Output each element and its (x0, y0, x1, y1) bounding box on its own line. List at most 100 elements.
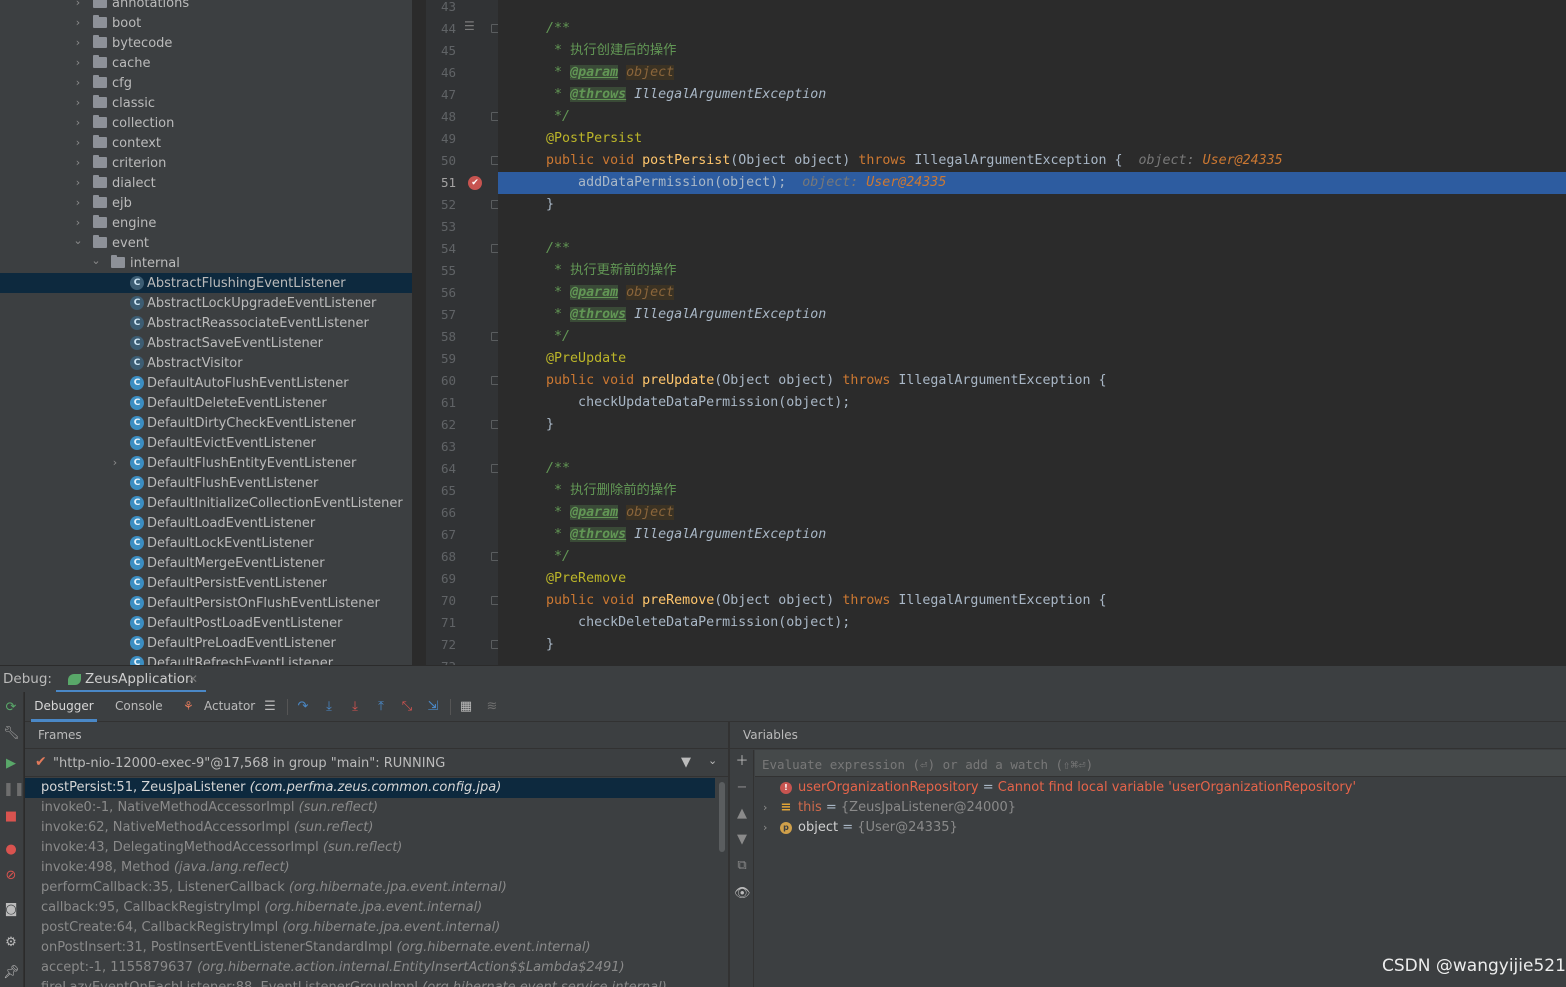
line-number[interactable]: 70 (426, 590, 456, 612)
stack-frame[interactable]: performCallback:35, ListenerCallback (or… (25, 878, 715, 898)
pause-icon[interactable]: ❚❚ (3, 782, 25, 798)
evaluate-expression-icon[interactable]: ▦ (457, 698, 475, 716)
chevron-right-icon[interactable]: › (73, 77, 83, 88)
tree-class-item[interactable]: C DefaultRefreshEventListener (0, 653, 412, 665)
stack-frame[interactable]: callback:95, CallbackRegistryImpl (org.h… (25, 898, 715, 918)
view-breakpoints-icon[interactable]: ● (3, 842, 19, 858)
line-number[interactable]: 45 (426, 40, 456, 62)
drop-frame-icon[interactable]: ⤡ (398, 698, 416, 716)
stack-frame[interactable]: accept:-1, 1155879637 (org.hibernate.act… (25, 958, 715, 978)
tab-console[interactable]: Console (115, 692, 163, 722)
stack-frame[interactable]: fireLazyEventOnEachListener:88, EventLis… (25, 978, 715, 987)
variable-row[interactable]: › ≡ this = {ZeusJpaListener@24000} (755, 798, 1555, 818)
show-watches-icon[interactable]: 👁︎ (734, 886, 751, 902)
tree-folder[interactable]: › classic (0, 93, 412, 113)
run-to-cursor-icon[interactable]: ⇲ (424, 698, 442, 716)
tree-folder[interactable]: › bytecode (0, 33, 412, 53)
stop-icon[interactable]: ■ (3, 809, 19, 825)
override-marker-icon[interactable]: ☰ (464, 19, 475, 33)
duplicate-watch-icon[interactable]: ⧉ (734, 858, 750, 874)
line-number[interactable]: 69 (426, 568, 456, 590)
show-execution-point-icon[interactable]: ☰ (261, 698, 279, 716)
chevron-right-icon[interactable]: › (73, 177, 83, 188)
chevron-down-icon[interactable]: ⌄ (73, 235, 83, 246)
chevron-right-icon[interactable]: › (73, 137, 83, 148)
line-number[interactable]: 55 (426, 260, 456, 282)
line-number[interactable]: 54 (426, 238, 456, 260)
breakpoint-icon[interactable]: ✔ (468, 176, 482, 190)
line-number[interactable]: 65 (426, 480, 456, 502)
line-number[interactable]: 72 (426, 634, 456, 656)
tree-class-item[interactable]: C DefaultFlushEventListener (0, 473, 412, 493)
pin-icon[interactable]: 📌︎ (3, 965, 20, 981)
tree-class-item[interactable]: C DefaultPersistEventListener (0, 573, 412, 593)
settings-gear-icon[interactable]: ⚙ (3, 935, 19, 951)
line-number[interactable]: 46 (426, 62, 456, 84)
tree-folder[interactable]: › dialect (0, 173, 412, 193)
rerun-icon[interactable]: ⟳ (3, 700, 19, 716)
stack-frame[interactable]: postPersist:51, ZeusJpaListener (com.per… (25, 778, 715, 798)
tree-class-item[interactable]: C DefaultLoadEventListener (0, 513, 412, 533)
tree-folder[interactable]: › cache (0, 53, 412, 73)
tree-folder[interactable]: › cfg (0, 73, 412, 93)
tree-class-item[interactable]: C DefaultEvictEventListener (0, 433, 412, 453)
tree-class-item[interactable]: C AbstractSaveEventListener (0, 333, 412, 353)
tab-debugger[interactable]: Debugger (31, 692, 97, 722)
stack-frame[interactable]: invoke:498, Method (java.lang.reflect) (25, 858, 715, 878)
tree-class-item[interactable]: C DefaultInitializeCollectionEventListene… (0, 493, 412, 513)
line-number[interactable]: 71 (426, 612, 456, 634)
tree-class-item[interactable]: › C DefaultFlushEntityEventListener (0, 453, 412, 473)
line-number[interactable]: 53 (426, 216, 456, 238)
tree-class-item[interactable]: C DefaultAutoFlushEventListener (0, 373, 412, 393)
line-number[interactable]: 60 (426, 370, 456, 392)
camera-icon[interactable]: ◙ (3, 902, 19, 918)
line-number[interactable]: 61 (426, 392, 456, 414)
tree-class-item[interactable]: C AbstractLockUpgradeEventListener (0, 293, 412, 313)
line-number[interactable]: 50 (426, 150, 456, 172)
line-number[interactable]: 44 (426, 18, 456, 40)
add-watch-icon[interactable]: ＋ (734, 754, 750, 770)
evaluate-expression-input[interactable] (762, 754, 1552, 774)
line-number[interactable]: 64 (426, 458, 456, 480)
tab-actuator[interactable]: Actuator (204, 692, 255, 722)
tree-class-item[interactable]: C AbstractFlushingEventListener (0, 273, 412, 293)
project-tree[interactable]: › annotations › boot › bytecode › cache › cfg › cla… (0, 0, 412, 665)
chevron-right-icon[interactable]: › (73, 157, 83, 168)
line-number[interactable]: 51 (426, 172, 456, 194)
mute-breakpoints-icon[interactable]: ⊘ (3, 868, 19, 884)
tree-folder[interactable]: › annotations (0, 0, 412, 13)
line-number[interactable]: 62 (426, 414, 456, 436)
line-number[interactable]: 52 (426, 194, 456, 216)
tree-class-item[interactable]: C DefaultPreLoadEventListener (0, 633, 412, 653)
line-number[interactable]: 43 (426, 0, 456, 18)
line-number[interactable]: 66 (426, 502, 456, 524)
chevron-down-icon[interactable]: ⌄ (91, 255, 101, 266)
resume-icon[interactable]: ▶ (3, 756, 19, 772)
stack-frame[interactable]: invoke:62, NativeMethodAccessorImpl (sun… (25, 818, 715, 838)
tree-class-item[interactable]: C DefaultLockEventListener (0, 533, 412, 553)
tree-folder[interactable]: ⌄ event (0, 233, 412, 253)
chevron-right-icon[interactable]: › (73, 97, 83, 108)
thread-selector[interactable]: ✔ "http-nio-12000-exec-9"@17,568 in grou… (25, 750, 728, 777)
tree-class-item[interactable]: C DefaultPostLoadEventListener (0, 613, 412, 633)
chevron-right-icon[interactable]: › (73, 217, 83, 228)
chevron-right-icon[interactable]: › (763, 818, 767, 838)
tree-folder[interactable]: › collection (0, 113, 412, 133)
tree-folder[interactable]: › criterion (0, 153, 412, 173)
line-number[interactable]: 56 (426, 282, 456, 304)
line-number[interactable]: 58 (426, 326, 456, 348)
chevron-right-icon[interactable]: › (73, 37, 83, 48)
line-number[interactable]: 49 (426, 128, 456, 150)
line-number[interactable]: 63 (426, 436, 456, 458)
code-editor[interactable]: /** * 执行创建后的操作 * @param object * @throws… (498, 0, 1566, 665)
line-number[interactable]: 48 (426, 106, 456, 128)
tree-class-item[interactable]: C DefaultPersistOnFlushEventListener (0, 593, 412, 613)
tree-folder[interactable]: › ejb (0, 193, 412, 213)
stack-frame[interactable]: invoke:43, DelegatingMethodAccessorImpl … (25, 838, 715, 858)
tree-class-item[interactable]: C DefaultDirtyCheckEventListener (0, 413, 412, 433)
tree-class-item[interactable]: C AbstractReassociateEventListener (0, 313, 412, 333)
run-config-tab[interactable]: ZeusApplication ✕ (56, 666, 206, 693)
chevron-right-icon[interactable]: › (73, 57, 83, 68)
step-out-icon[interactable]: ⤒ (372, 698, 390, 716)
tree-class-item[interactable]: C DefaultDeleteEventListener (0, 393, 412, 413)
